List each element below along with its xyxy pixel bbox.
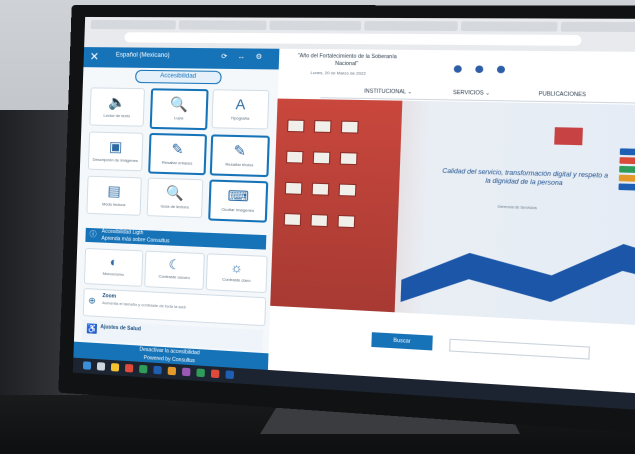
moon-icon: ☾ (146, 257, 204, 273)
folder-icon[interactable] (111, 363, 119, 372)
side-link[interactable] (619, 166, 635, 174)
accessibility-light-banner[interactable]: ⓘ Accesibilidad Ligth Aprenda más sobre … (85, 228, 266, 250)
search-button[interactable]: Buscar (371, 332, 432, 350)
feature-grid: 🔈 Lector de texto 🔍 Lupa A Tipografía ▣ Desc… (91, 87, 272, 90)
accessibility-panel: ✕ Español (Mexicano) ⟳ ↔ ⚙ Accesibilidad… (73, 47, 280, 370)
card-lector-texto[interactable]: 🔈 Lector de texto (89, 87, 145, 126)
guide-icon: 🔍 (148, 185, 202, 201)
zoom-option[interactable]: ⊕ Zoom Aumenta el tamaño y contraste de … (83, 288, 266, 326)
browser-tabs (91, 20, 635, 32)
menu-institucional[interactable]: INSTITUCIONAL ⌄ (364, 88, 412, 95)
building-window (313, 151, 331, 164)
person-icon: ♿ (86, 323, 98, 335)
contrast-icon: ◐ (85, 254, 142, 270)
magnifier-icon: 🔍 (152, 96, 206, 111)
building-window (341, 121, 359, 134)
header-button[interactable] (454, 65, 462, 73)
browser-tab[interactable] (461, 21, 558, 31)
side-links (618, 148, 635, 193)
app-icon[interactable] (225, 370, 234, 379)
chrome-icon[interactable] (125, 364, 133, 373)
card-modo-lectura[interactable]: ▤ Modo lectura (86, 176, 142, 216)
zoom-description: Aumenta el tamaño y contraste de toda la… (102, 300, 186, 310)
zoom-title: Zoom (102, 293, 116, 300)
speaker-icon: 🔈 (91, 94, 144, 109)
header-tools-icon[interactable]: ⟳ ↔ ⚙ (221, 52, 266, 61)
card-contraste-oscuro[interactable]: ☾ Contraste oscuro (144, 251, 205, 290)
language-selector[interactable]: Español (Mexicano) (116, 52, 170, 59)
building-window (287, 120, 305, 133)
building-window (310, 214, 328, 227)
building-window (285, 182, 303, 195)
image-icon: ▣ (89, 139, 142, 154)
search-icon[interactable] (97, 362, 105, 371)
card-ocultar-imagenes[interactable]: ⌨ Ocultar imágenes (208, 179, 268, 222)
building-image (270, 99, 402, 313)
site-title: "Año del Fortalecimiento de la Soberanía… (287, 53, 407, 69)
building-window (312, 183, 330, 196)
side-link[interactable] (619, 157, 635, 165)
start-icon[interactable] (83, 361, 91, 370)
card-descripcion-imagenes[interactable]: ▣ Descripción de imágenes (88, 132, 144, 172)
building-window (286, 151, 304, 164)
card-resaltar-enlaces[interactable]: ✎ Resaltar enlaces (148, 133, 207, 175)
info-icon: ⓘ (89, 231, 96, 238)
close-icon[interactable]: ✕ (90, 50, 100, 63)
institution-logo (554, 127, 583, 145)
card-resaltar-titulos[interactable]: ✎ Resaltar títulos (210, 134, 270, 177)
card-guia-lectura[interactable]: 🔍 Guía de lectura (147, 178, 204, 219)
app-icon[interactable] (153, 366, 161, 375)
side-link[interactable] (618, 183, 635, 191)
website-content: "Año del Fortalecimiento de la Soberanía… (268, 49, 635, 395)
app-icon[interactable] (196, 368, 205, 377)
hero-banner: Calidad del servicio, transformación dig… (270, 99, 635, 327)
font-icon: A (213, 96, 268, 111)
zoom-icon: ⊕ (88, 295, 96, 306)
monitor-screen: ✕ Español (Mexicano) ⟳ ↔ ⚙ Accesibilidad… (73, 17, 635, 411)
panel-header: ✕ Español (Mexicano) ⟳ ↔ ⚙ (83, 47, 279, 69)
app-icon[interactable] (182, 368, 191, 377)
card-lupa[interactable]: 🔍 Lupa (150, 88, 209, 130)
header-button[interactable] (475, 65, 483, 73)
address-bar[interactable] (124, 32, 581, 46)
header-button[interactable] (497, 66, 505, 74)
site-date: Lunes, 20 de Marzo de 2022 (311, 70, 366, 76)
keyboard-icon: ⌨ (211, 188, 266, 204)
card-contraste-claro[interactable]: ☼ Contraste claro (206, 253, 268, 293)
building-window (337, 215, 355, 228)
browser-tab[interactable] (561, 22, 635, 32)
browser-tab[interactable] (364, 21, 458, 31)
browser-tab[interactable] (179, 20, 267, 30)
browser-tab[interactable] (270, 21, 361, 31)
app-icon[interactable] (139, 365, 147, 374)
side-link[interactable] (619, 175, 635, 183)
link-icon: ✎ (151, 141, 205, 157)
card-tipografia[interactable]: A Tipografía (211, 89, 269, 129)
decorative-wave (401, 228, 635, 316)
search-input[interactable] (449, 339, 590, 360)
browser-tab[interactable] (91, 20, 176, 30)
side-link[interactable] (620, 148, 635, 156)
menu-publicaciones[interactable]: PUBLICACIONES (539, 91, 587, 98)
app-icon[interactable] (211, 369, 220, 378)
main-monitor: ✕ Español (Mexicano) ⟳ ↔ ⚙ Accesibilidad… (58, 5, 635, 436)
heading-icon: ✎ (212, 143, 267, 159)
hero-slogan: Calidad del servicio, transformación dig… (438, 167, 612, 189)
building-window (284, 213, 302, 226)
contrast-row: ◐ Monocromo ☾ Contraste oscuro ☼ Contraste … (84, 248, 266, 293)
building-window (340, 152, 358, 165)
building-window (339, 184, 357, 197)
building-window (314, 120, 332, 133)
accesibilidad-tab[interactable]: Accesibilidad (135, 70, 222, 84)
hero-subtitle: Gerencia de Servicios (460, 203, 575, 211)
reader-icon: ▤ (88, 183, 141, 199)
health-settings-title: Ajustes de Salud (100, 324, 141, 332)
menu-servicios[interactable]: SERVICIOS ⌄ (453, 90, 490, 97)
card-monocromo[interactable]: ◐ Monocromo (84, 248, 143, 287)
site-header-buttons (454, 59, 520, 79)
sun-icon: ☼ (207, 259, 266, 275)
app-icon[interactable] (168, 367, 176, 376)
